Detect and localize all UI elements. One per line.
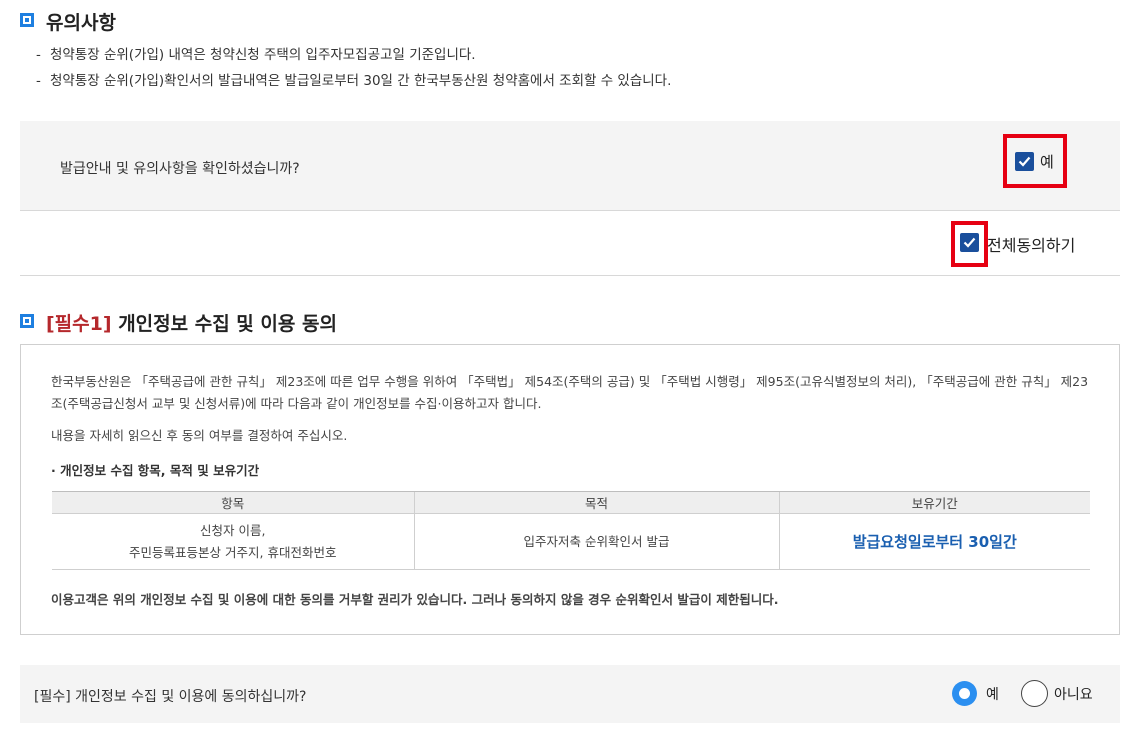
highlight-box [1003,134,1067,188]
consent-yes-radio[interactable] [952,681,977,706]
item-line: 신청자 이름, [200,522,266,538]
privacy-intro: 한국부동산원은 「주택공급에 관한 규칙」 제23조에 따른 업무 수행을 위하… [51,374,1089,411]
privacy-table: 항목 목적 보유기간 신청자 이름, 주민등록표등본상 거주지, 휴대전화번호 … [52,491,1090,570]
item-line: 주민등록표등본상 거주지, 휴대전화번호 [129,544,337,560]
consent-question-text: 개인정보 수집 및 이용에 동의하십니까? [75,689,307,705]
required-tag: [필수] [34,689,71,705]
table-cell-items: 신청자 이름, 주민등록표등본상 거주지, 휴대전화번호 [52,513,414,570]
notice-title: 유의사항 [46,12,116,34]
privacy-title-text: 개인정보 수집 및 이용 동의 [118,313,337,335]
consent-no-radio[interactable] [1021,680,1048,707]
section-bullet-icon [20,314,34,328]
privacy-subtitle: · 개인정보 수집 항목, 목적 및 보유기간 [51,463,260,478]
list-item: - 청약통장 순위(가입)확인서의 발급내역은 발급일로부터 30일 간 한국부동… [36,73,672,89]
consent-question: [필수] 개인정보 수집 및 이용에 동의하십니까? [34,686,306,706]
table-cell-period: 발급요청일로부터 30일간 [778,513,1090,570]
privacy-title: [필수1] 개인정보 수집 및 이용 동의 [46,309,337,336]
table-header: 항목 [52,491,414,514]
agree-all-label[interactable]: 전체동의하기 [987,232,1075,256]
required-tag: [필수1] [46,313,112,335]
privacy-rights-notice: 이용고객은 위의 개인정보 수집 및 이용에 대한 동의를 거부할 권리가 있습… [51,592,779,607]
table-header-row: 항목 목적 보유기간 [52,491,1090,514]
checkmark-icon [963,237,976,248]
privacy-content-box: 한국부동산원은 「주택공급에 관한 규칙」 제23조에 따른 업무 수행을 위하… [20,344,1120,635]
notice-item-text: 청약통장 순위(가입)확인서의 발급내역은 발급일로부터 30일 간 한국부동산… [50,73,672,89]
table-row: 신청자 이름, 주민등록표등본상 거주지, 휴대전화번호 입주자저축 순위확인서… [52,513,1090,570]
table-header: 목적 [413,491,779,514]
confirm-yes-label[interactable]: 예 [1040,151,1054,172]
table-header: 보유기간 [778,491,1090,514]
list-item: - 청약통장 순위(가입) 내역은 청약신청 주택의 입주자모집공고일 기준입니다… [36,47,476,63]
table-cell-purpose: 입주자저축 순위확인서 발급 [413,513,779,570]
section-bullet-icon [20,13,34,27]
confirm-checkbox[interactable] [1015,152,1034,171]
privacy-read-notice: 내용을 자세히 읽으신 후 동의 여부를 결정하여 주십시오. [51,428,348,443]
agree-all-checkbox[interactable] [960,233,979,252]
consent-yes-label[interactable]: 예 [986,684,999,704]
checkmark-icon [1018,156,1031,167]
notice-item-text: 청약통장 순위(가입) 내역은 청약신청 주택의 입주자모집공고일 기준입니다. [50,47,476,63]
notice-list: - 청약통장 순위(가입) 내역은 청약신청 주택의 입주자모집공고일 기준입니다… [36,46,671,98]
confirm-question: 발급안내 및 유의사항을 확인하셨습니까? [60,161,300,177]
confirm-panel: 발급안내 및 유의사항을 확인하셨습니까? [20,121,1120,211]
consent-no-label[interactable]: 아니요 [1054,684,1093,704]
